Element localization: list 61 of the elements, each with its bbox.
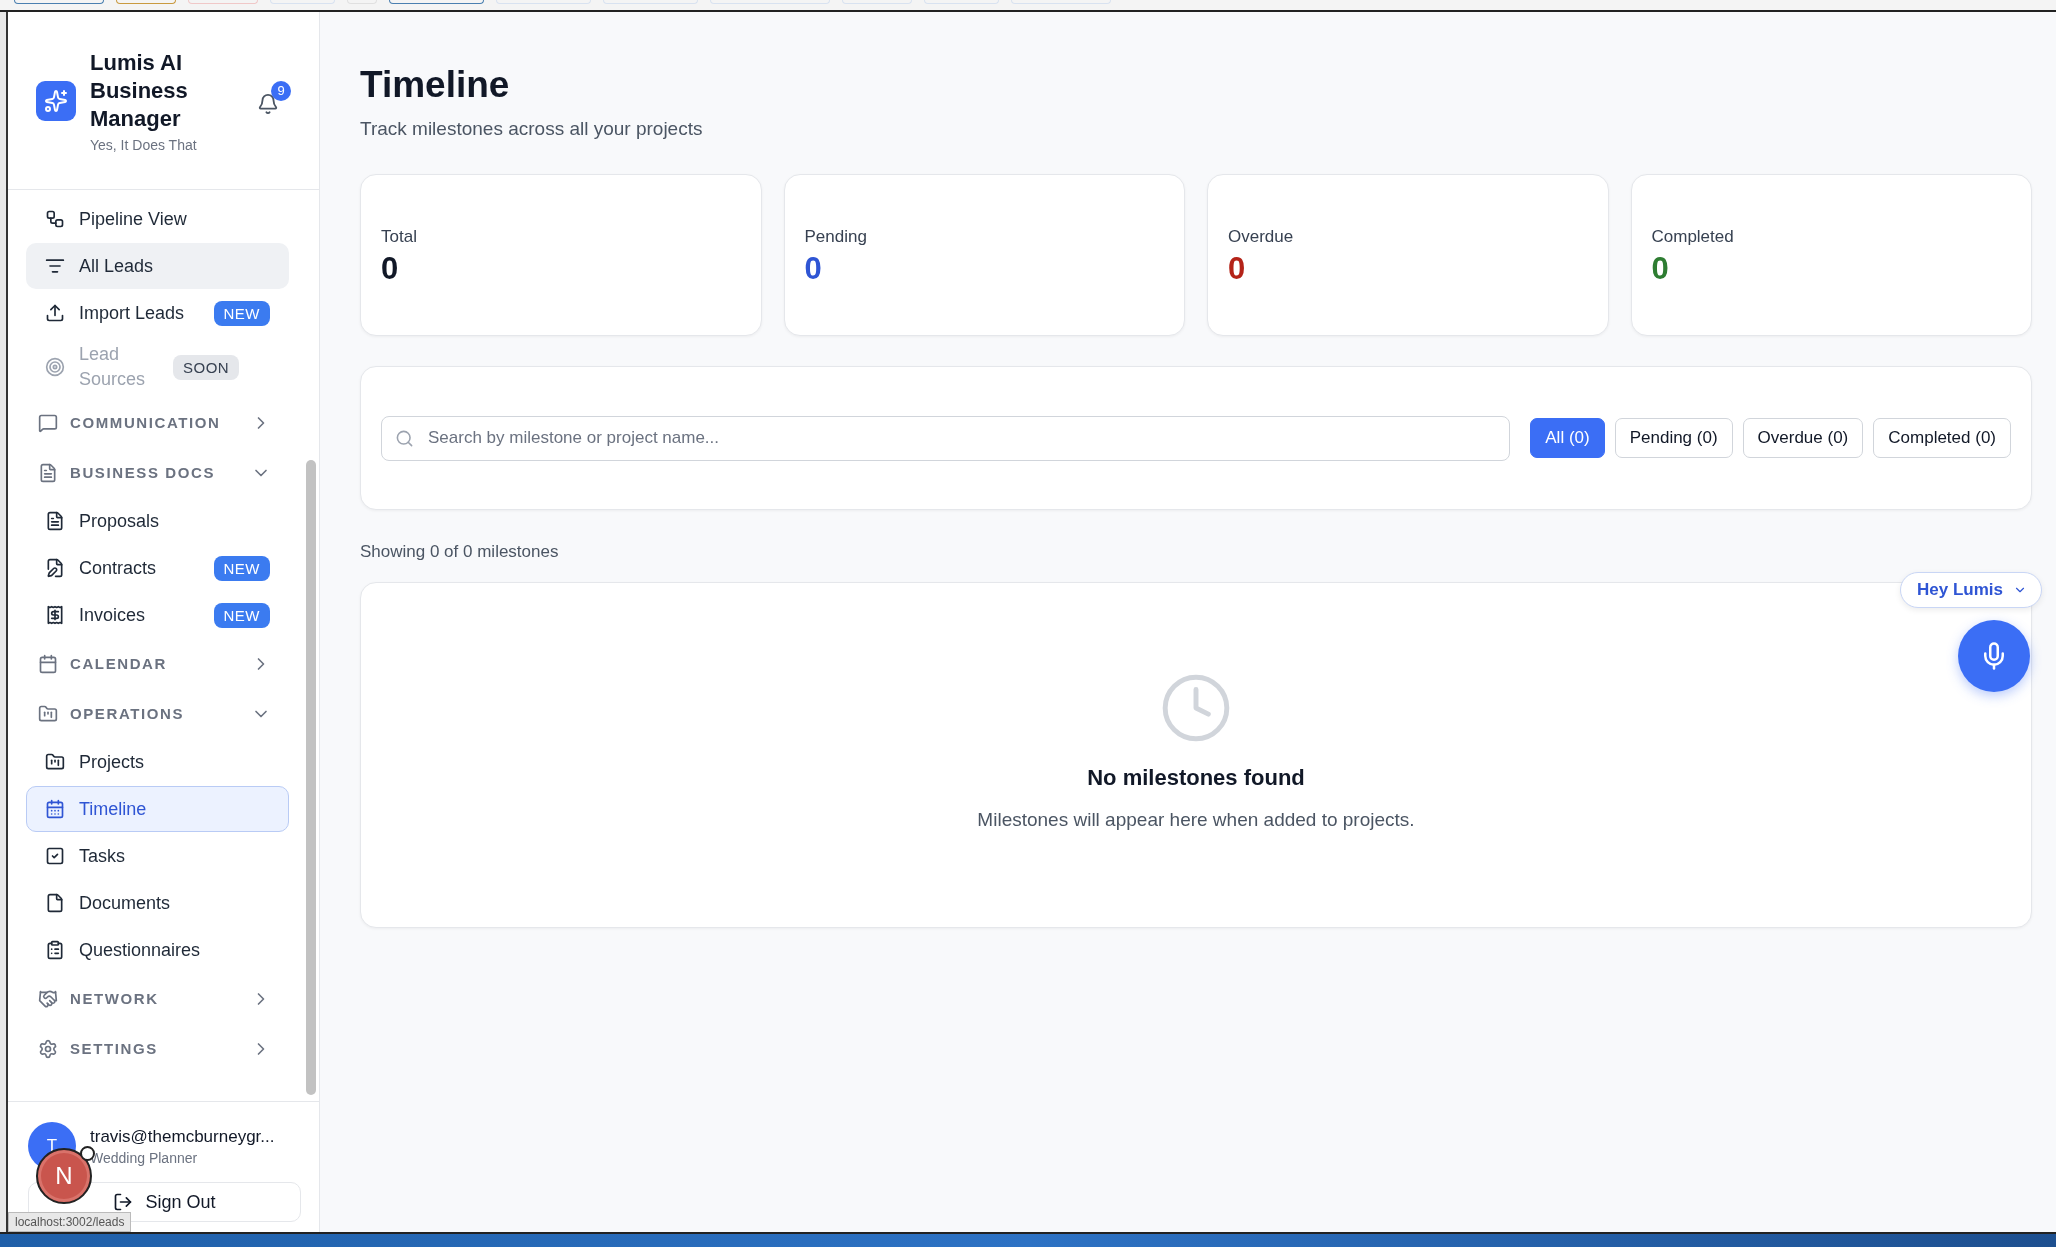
section-icon <box>38 703 58 724</box>
filter-button[interactable]: Overdue (0) <box>1742 418 1864 458</box>
nav-item[interactable]: Timeline <box>26 786 289 832</box>
page-title: Timeline <box>360 64 511 106</box>
filter-button[interactable]: Pending (0) <box>1614 418 1733 458</box>
status-url: localhost:3002/leads <box>8 1212 132 1232</box>
search-icon <box>395 428 414 448</box>
nav-icon <box>45 558 65 578</box>
nav-icon <box>45 256 65 276</box>
nav-icon <box>45 940 65 960</box>
notifications-button[interactable]: 9 <box>251 80 291 121</box>
status-badge: SOON <box>173 354 240 380</box>
nav-icon <box>45 303 65 323</box>
nav-section[interactable]: CALENDAR <box>26 639 289 688</box>
nav-icon <box>45 846 65 866</box>
sparkles-logo-icon <box>36 80 76 121</box>
notification-count: 9 <box>271 80 291 101</box>
empty-message: Milestones will appear here when added to projects. <box>977 809 1415 831</box>
empty-title: No milestones found <box>1087 765 1305 791</box>
app-name: Lumis AI Business Manager <box>90 48 189 133</box>
user-email: travis@themcburneygr... <box>90 1126 275 1147</box>
nav-icon <box>45 511 65 531</box>
search-field[interactable]: Search by milestone or project name... <box>381 415 1511 461</box>
nav-icon <box>45 893 65 913</box>
filter-button[interactable]: Completed (0) <box>1873 418 2011 458</box>
nav-icon <box>45 209 65 229</box>
section-icon <box>38 653 58 674</box>
status-badge: NEW <box>213 555 270 581</box>
stat-value: 0 <box>381 251 400 287</box>
logout-icon <box>113 1192 134 1212</box>
stat-label: Pending <box>804 227 868 247</box>
stat-value: 0 <box>804 251 823 287</box>
section-icon <box>38 988 58 1009</box>
results-count: Showing 0 of 0 milestones <box>360 542 560 562</box>
nav-section[interactable]: OPERATIONS <box>26 689 289 738</box>
filter-button[interactable]: All (0) <box>1530 418 1605 458</box>
stat-value: 0 <box>1651 251 1670 287</box>
nav-section[interactable]: NETWORK <box>26 974 289 1023</box>
page-subtitle: Track milestones across all your projects <box>360 118 704 140</box>
nav-section[interactable]: SETTINGS <box>26 1024 289 1073</box>
stat-label: Total <box>381 227 418 247</box>
stat-label: Overdue <box>1228 227 1295 247</box>
nav-section[interactable]: BUSINESS DOCS <box>26 448 289 497</box>
nav-item[interactable]: All Leads <box>26 243 289 289</box>
user-role: Wedding Planner <box>90 1149 199 1166</box>
status-badge: NEW <box>213 602 270 628</box>
nav-icon <box>45 605 65 625</box>
nav-icon <box>45 799 65 819</box>
nav-icon <box>45 752 65 772</box>
app-tagline: Yes, It Does That <box>90 136 198 153</box>
stat-value: 0 <box>1228 251 1247 287</box>
status-badge: NEW <box>213 300 270 326</box>
nav-icon <box>45 357 65 377</box>
bell-icon <box>257 92 279 115</box>
section-icon <box>38 462 58 483</box>
section-icon <box>38 1038 58 1059</box>
nav-section[interactable]: COMMUNICATION <box>26 398 289 447</box>
assistant-button[interactable]: Hey Lumis <box>1900 572 2042 608</box>
section-icon <box>38 412 58 433</box>
scrollbar-thumb[interactable] <box>306 460 316 1095</box>
stat-label: Completed <box>1651 227 1735 247</box>
